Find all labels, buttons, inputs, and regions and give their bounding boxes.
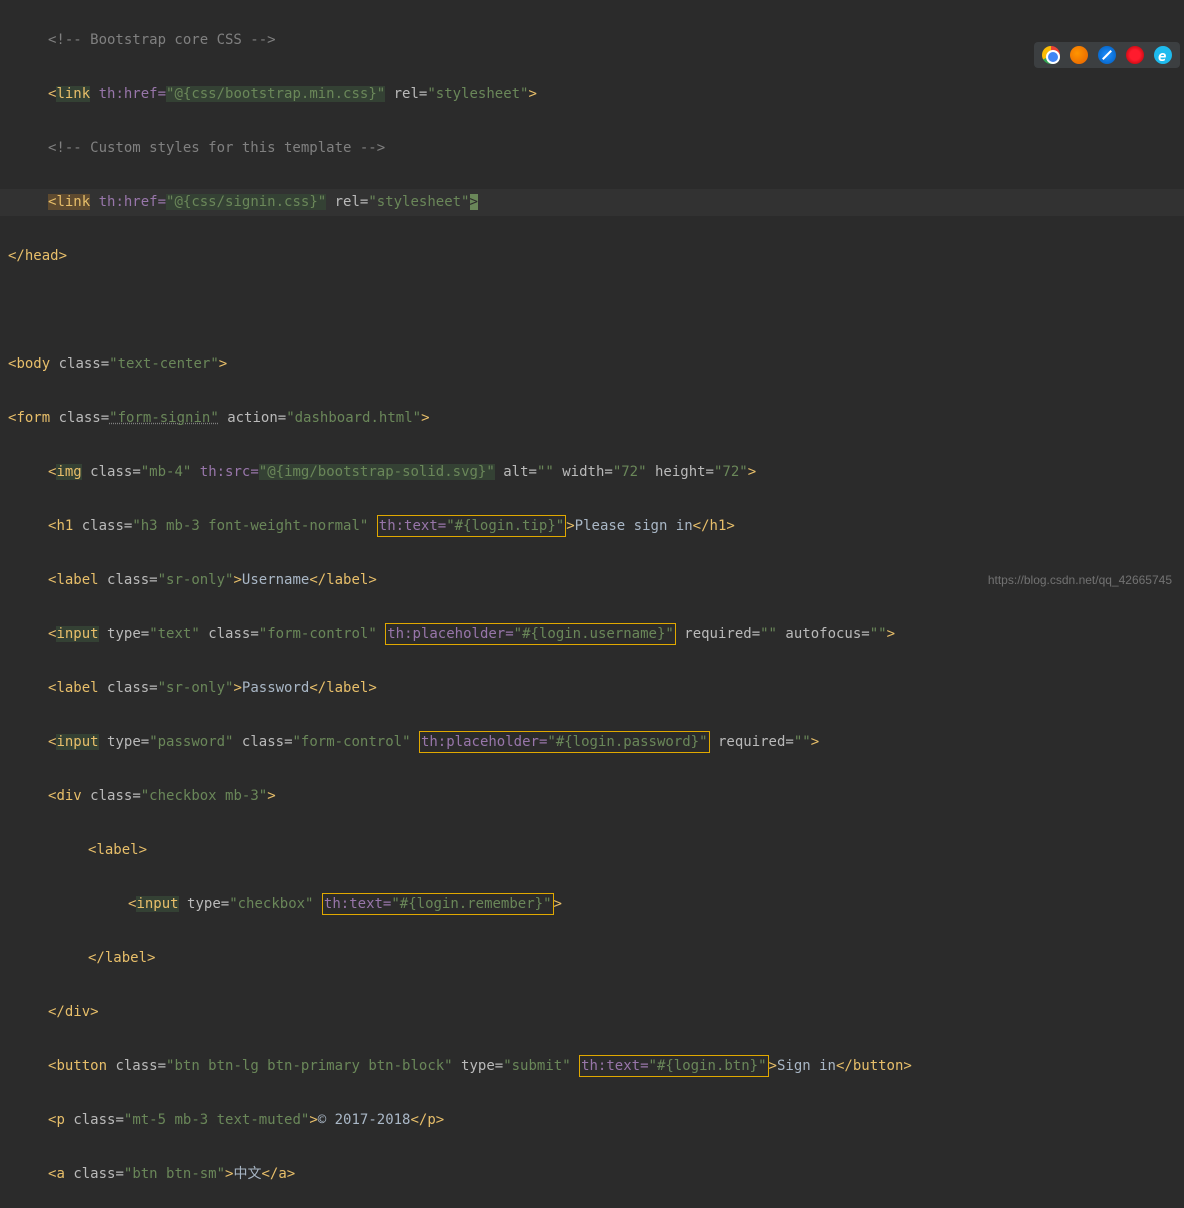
code-line: <link th:href="@{css/bootstrap.min.css}"… — [0, 81, 1184, 108]
code-line: <input type="password" class="form-contr… — [0, 729, 1184, 756]
code-line: <body class="text-center"> — [0, 351, 1184, 378]
code-line: <form class="form-signin" action="dashbo… — [0, 405, 1184, 432]
code-line: <a class="btn btn-sm">中文</a> — [0, 1161, 1184, 1188]
code-line-empty — [0, 297, 1184, 324]
code-editor[interactable]: <!-- Bootstrap core CSS --> <link th:hre… — [0, 0, 1184, 1208]
code-line: </div> — [0, 999, 1184, 1026]
code-line: <h1 class="h3 mb-3 font-weight-normal" t… — [0, 513, 1184, 540]
code-line: <button class="btn btn-lg btn-primary bt… — [0, 1053, 1184, 1080]
code-line: <div class="checkbox mb-3"> — [0, 783, 1184, 810]
code-line: <img class="mb-4" th:src="@{img/bootstra… — [0, 459, 1184, 486]
code-line: <!-- Custom styles for this template --> — [0, 135, 1184, 162]
browser-preview-icons[interactable] — [1034, 42, 1180, 68]
code-line: <label> — [0, 837, 1184, 864]
code-line: <!-- Bootstrap core CSS --> — [0, 27, 1184, 54]
chrome-icon[interactable] — [1042, 46, 1060, 64]
code-line: <label class="sr-only">Password</label> — [0, 675, 1184, 702]
code-line-active: <link th:href="@{css/signin.css}" rel="s… — [0, 189, 1184, 216]
opera-icon[interactable] — [1126, 46, 1144, 64]
safari-icon[interactable] — [1098, 46, 1116, 64]
code-line: <input type="checkbox" th:text="#{login.… — [0, 891, 1184, 918]
code-line: </label> — [0, 945, 1184, 972]
ie-icon[interactable] — [1154, 46, 1172, 64]
watermark-text: https://blog.csdn.net/qq_42665745 — [988, 567, 1172, 594]
firefox-icon[interactable] — [1070, 46, 1088, 64]
code-line: <input type="text" class="form-control" … — [0, 621, 1184, 648]
code-line: </head> — [0, 243, 1184, 270]
code-line: <p class="mt-5 mb-3 text-muted">© 2017-2… — [0, 1107, 1184, 1134]
